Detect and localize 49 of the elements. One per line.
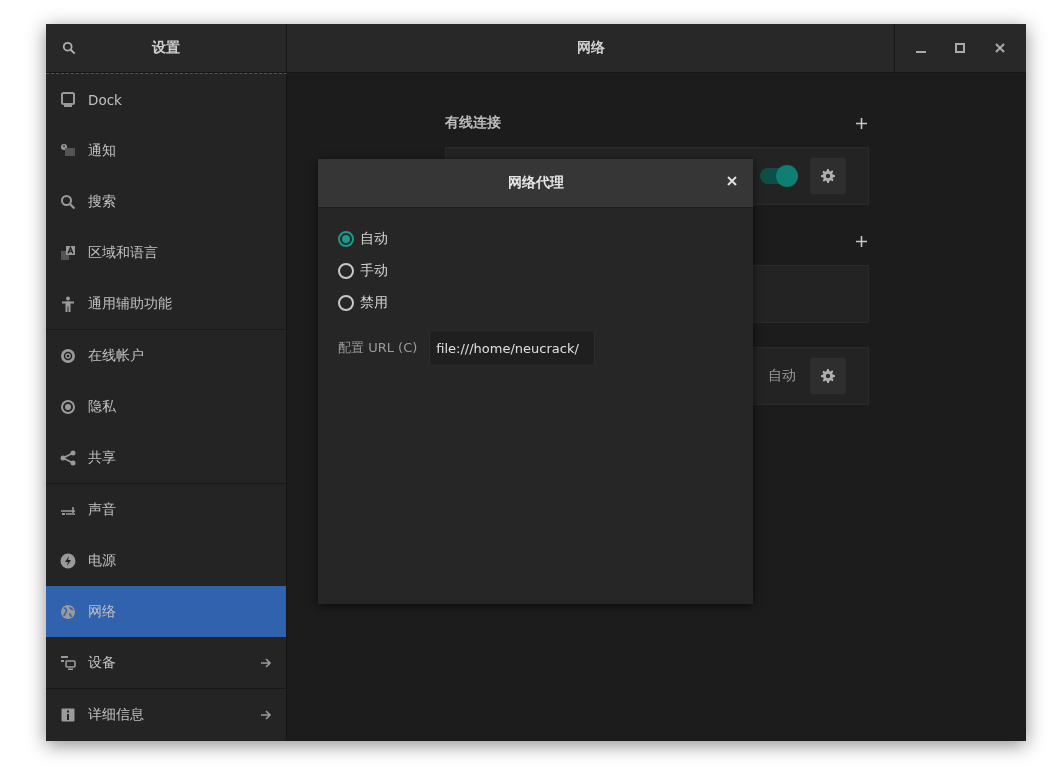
sidebar-item[interactable]: 设备 — [46, 637, 286, 688]
minimize-icon — [915, 51, 926, 53]
close-button[interactable] — [725, 174, 739, 188]
globe-icon — [60, 603, 76, 620]
gear-icon — [820, 169, 835, 183]
power-icon — [60, 552, 76, 569]
sidebar-item[interactable]: 通用辅助功能 — [46, 278, 286, 329]
gear-icon — [820, 369, 835, 383]
share-icon — [60, 449, 76, 466]
add-button[interactable] — [853, 233, 869, 249]
section-title: 有线连接 — [444, 114, 502, 132]
radio-button[interactable] — [338, 231, 354, 247]
dialog-title: 网络代理 — [507, 174, 564, 192]
radio-button[interactable] — [338, 263, 354, 279]
sidebar-item[interactable]: 详细信息 — [46, 689, 286, 740]
radio-option[interactable]: 禁用 — [338, 294, 733, 312]
monitor-icon — [60, 91, 76, 108]
sidebar-title: 设置 — [152, 39, 180, 57]
target-icon — [60, 398, 76, 415]
info-icon — [60, 706, 76, 723]
sidebar-item[interactable]: Dock — [46, 74, 286, 125]
radio-button[interactable] — [338, 295, 354, 311]
radio-option[interactable]: 手动 — [338, 262, 733, 280]
settings-button[interactable] — [809, 158, 846, 194]
search-icon — [60, 193, 76, 210]
devices-icon — [60, 654, 76, 671]
toggle-switch[interactable] — [759, 168, 796, 184]
add-button[interactable] — [853, 115, 869, 131]
maximize-icon — [955, 43, 966, 53]
at-sign-icon — [60, 347, 76, 364]
radio-option[interactable]: 自动 — [338, 230, 733, 248]
language-icon — [60, 244, 76, 261]
url-label: 配置 URL (C) — [338, 339, 418, 357]
url-field[interactable]: file:///home/neucrack/ — [429, 330, 596, 366]
search-icon — [62, 41, 76, 55]
sidebar-item[interactable]: 电源 — [46, 535, 286, 586]
window-title: 网络 — [576, 39, 605, 57]
sidebar-item[interactable]: 隐私 — [46, 381, 286, 432]
person-icon — [60, 295, 76, 312]
sidebar-item[interactable]: 搜索 — [46, 176, 286, 227]
proxy-value: 自动 — [767, 367, 796, 385]
close-icon — [995, 43, 1006, 53]
settings-button[interactable] — [809, 358, 846, 394]
sidebar-item[interactable]: 在线帐户 — [46, 330, 286, 381]
notification-icon — [60, 142, 76, 159]
sidebar-item[interactable]: 共享 — [46, 432, 286, 483]
sidebar-item[interactable]: 声音 — [46, 484, 286, 535]
sidebar-item[interactable]: 区域和语言 — [46, 227, 286, 278]
sidebar-item[interactable]: 通知 — [46, 125, 286, 176]
